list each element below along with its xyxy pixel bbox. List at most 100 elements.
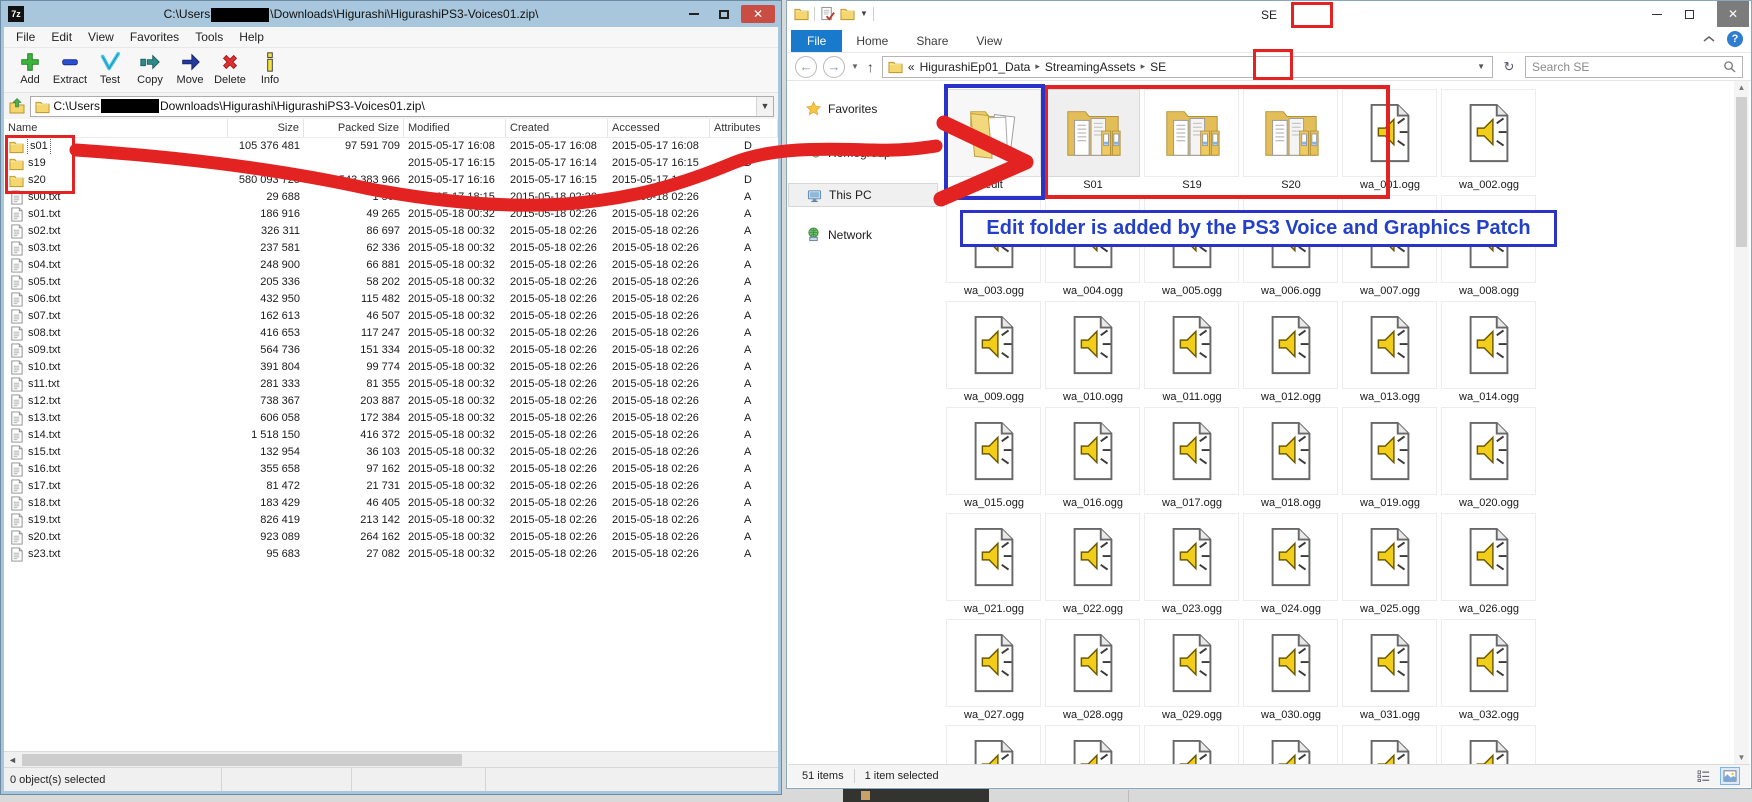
column-header-attributes[interactable]: Attributes [710, 119, 778, 137]
sevenzip-titlebar[interactable]: 7z C:\Users\Downloads\Higurashi\Higurash… [1, 1, 781, 27]
zip-row-s18.txt[interactable]: s18.txt183 42946 4052015-05-18 00:322015… [4, 495, 778, 512]
scroll-up-icon[interactable]: ▲ [1734, 83, 1749, 92]
menu-view[interactable]: View [80, 30, 122, 44]
zip-row-s09.txt[interactable]: s09.txt564 736151 3342015-05-18 00:32201… [4, 342, 778, 359]
menu-file[interactable]: File [8, 30, 43, 44]
tab-share[interactable]: Share [902, 30, 962, 52]
tile-wa_025.ogg[interactable]: wa_025.ogg [1342, 513, 1438, 619]
tile-S01[interactable]: S01 [1045, 89, 1141, 195]
tile-wa_007.ogg[interactable]: wa_007.ogg [1342, 195, 1438, 301]
search-box[interactable] [1525, 56, 1743, 78]
tile-wa_015.ogg[interactable]: wa_015.ogg [946, 407, 1042, 513]
breadcrumb-overflow[interactable]: « [908, 60, 915, 74]
breadcrumb-segment[interactable]: StreamingAssets [1045, 60, 1136, 74]
scrollbar-thumb[interactable] [22, 754, 462, 766]
column-header-size[interactable]: Size [228, 119, 304, 137]
back-button[interactable]: ← [795, 56, 817, 78]
tile-wa_032.ogg[interactable]: wa_032.ogg [1441, 619, 1537, 725]
sevenzip-address-combobox[interactable]: C:\UsersDownloads\Higurashi\HigurashiPS3… [30, 96, 774, 117]
expand-ribbon-icon[interactable] [1703, 30, 1715, 48]
breadcrumb-segment[interactable]: HigurashiEp01_Data [920, 60, 1031, 74]
zip-row-s14.txt[interactable]: s14.txt1 518 150416 3722015-05-18 00:322… [4, 427, 778, 444]
tile-clipped[interactable] [1144, 725, 1240, 764]
zip-row-s08.txt[interactable]: s08.txt416 653117 2472015-05-18 00:32201… [4, 325, 778, 342]
recent-locations-icon[interactable]: ▼ [851, 62, 859, 71]
details-view-button[interactable] [1694, 767, 1714, 785]
tile-S19[interactable]: S19 [1144, 89, 1240, 195]
menu-tools[interactable]: Tools [187, 30, 231, 44]
zip-row-s13.txt[interactable]: s13.txt606 058172 3842015-05-18 00:32201… [4, 410, 778, 427]
add-button[interactable]: Add [10, 48, 50, 92]
zip-row-s15.txt[interactable]: s15.txt132 95436 1032015-05-18 00:322015… [4, 444, 778, 461]
chevron-right-icon[interactable]: ▸ [1141, 61, 1146, 72]
thumbnail-view-button[interactable] [1720, 767, 1740, 785]
horizontal-scrollbar[interactable]: ◄ [4, 751, 778, 767]
explorer-titlebar[interactable]: ▼ SE ✕ [787, 1, 1751, 29]
zip-row-s06.txt[interactable]: s06.txt432 950115 4822015-05-18 00:32201… [4, 291, 778, 308]
zip-row-s05.txt[interactable]: s05.txt205 33658 2022015-05-18 00:322015… [4, 274, 778, 291]
tile-clipped[interactable] [946, 725, 1042, 764]
zip-row-s07.txt[interactable]: s07.txt162 61346 5072015-05-18 00:322015… [4, 308, 778, 325]
zip-row-s03.txt[interactable]: s03.txt237 58162 3362015-05-18 00:322015… [4, 240, 778, 257]
sidebar-item-this-pc[interactable]: This PC [788, 183, 938, 207]
zip-row-s12.txt[interactable]: s12.txt738 367203 8872015-05-18 00:32201… [4, 393, 778, 410]
tile-wa_019.ogg[interactable]: wa_019.ogg [1342, 407, 1438, 513]
tile-wa_023.ogg[interactable]: wa_023.ogg [1144, 513, 1240, 619]
zip-row-s23.txt[interactable]: s23.txt95 68327 0822015-05-18 00:322015-… [4, 546, 778, 563]
sidebar-item-favorites[interactable]: Favorites [806, 101, 877, 116]
tile-wa_003.ogg[interactable]: wa_003.ogg [946, 195, 1042, 301]
zip-row-s19.txt[interactable]: s19.txt826 419213 1422015-05-18 00:32201… [4, 512, 778, 529]
tile-wa_013.ogg[interactable]: wa_013.ogg [1342, 301, 1438, 407]
tile-clipped[interactable] [1441, 725, 1537, 764]
tab-home[interactable]: Home [842, 30, 902, 52]
zip-row-s11.txt[interactable]: s11.txt281 33381 3552015-05-18 00:322015… [4, 376, 778, 393]
column-header-accessed[interactable]: Accessed [608, 119, 710, 137]
address-bar[interactable]: « HigurashiEp01_Data ▸ StreamingAssets ▸… [882, 56, 1493, 78]
tile-wa_005.ogg[interactable]: wa_005.ogg [1144, 195, 1240, 301]
zip-row-s10.txt[interactable]: s10.txt391 80499 7742015-05-18 00:322015… [4, 359, 778, 376]
tile-wa_001.ogg[interactable]: wa_001.ogg [1342, 89, 1438, 195]
tile-wa_008.ogg[interactable]: wa_008.ogg [1441, 195, 1537, 301]
tab-file[interactable]: File [791, 30, 842, 52]
column-header-packed-size[interactable]: Packed Size [304, 119, 404, 137]
scroll-down-icon[interactable]: ▼ [1734, 753, 1749, 762]
move-button[interactable]: Move [170, 48, 210, 92]
tile-edit[interactable]: edit [946, 89, 1042, 195]
breadcrumb-segment-current[interactable]: SE [1150, 60, 1166, 74]
zip-row-s20.txt[interactable]: s20.txt923 089264 1622015-05-18 00:32201… [4, 529, 778, 546]
search-input[interactable] [1532, 60, 1723, 74]
zip-row-s19[interactable]: s192015-05-17 16:152015-05-17 16:142015-… [4, 155, 778, 172]
tile-wa_022.ogg[interactable]: wa_022.ogg [1045, 513, 1141, 619]
tile-S20[interactable]: S20 [1243, 89, 1339, 195]
tile-wa_002.ogg[interactable]: wa_002.ogg [1441, 89, 1537, 195]
tab-view[interactable]: View [962, 30, 1016, 52]
tile-clipped[interactable] [1243, 725, 1339, 764]
menu-favorites[interactable]: Favorites [122, 30, 187, 44]
zip-row-s16.txt[interactable]: s16.txt355 65897 1622015-05-18 00:322015… [4, 461, 778, 478]
delete-button[interactable]: Delete [210, 48, 250, 92]
tile-wa_027.ogg[interactable]: wa_027.ogg [946, 619, 1042, 725]
scrollbar-thumb[interactable] [1736, 97, 1747, 247]
tile-wa_004.ogg[interactable]: wa_004.ogg [1045, 195, 1141, 301]
chevron-down-icon[interactable]: ▼ [756, 97, 773, 116]
chevron-right-icon[interactable]: ▸ [1035, 61, 1040, 72]
zip-row-s00.txt[interactable]: s00.txt29 6881 5612015-05-17 18:152015-0… [4, 189, 778, 206]
zip-row-s17.txt[interactable]: s17.txt81 47221 7312015-05-18 00:322015-… [4, 478, 778, 495]
tile-wa_006.ogg[interactable]: wa_006.ogg [1243, 195, 1339, 301]
menu-help[interactable]: Help [231, 30, 272, 44]
up-button[interactable]: ↑ [867, 59, 874, 75]
tile-wa_017.ogg[interactable]: wa_017.ogg [1144, 407, 1240, 513]
test-button[interactable]: Test [90, 48, 130, 92]
zip-row-s01[interactable]: s01105 376 48197 591 7092015-05-17 16:08… [4, 138, 778, 155]
tile-wa_009.ogg[interactable]: wa_009.ogg [946, 301, 1042, 407]
minimize-button[interactable] [681, 5, 707, 23]
zip-row-s04.txt[interactable]: s04.txt248 90066 8812015-05-18 00:322015… [4, 257, 778, 274]
tile-wa_031.ogg[interactable]: wa_031.ogg [1342, 619, 1438, 725]
extract-button[interactable]: Extract [50, 48, 90, 92]
forward-button[interactable]: → [823, 56, 845, 78]
tile-wa_020.ogg[interactable]: wa_020.ogg [1441, 407, 1537, 513]
tile-wa_024.ogg[interactable]: wa_024.ogg [1243, 513, 1339, 619]
zip-row-s01.txt[interactable]: s01.txt186 91649 2652015-05-18 00:322015… [4, 206, 778, 223]
tile-wa_014.ogg[interactable]: wa_014.ogg [1441, 301, 1537, 407]
column-header-name[interactable]: Name [4, 119, 228, 137]
